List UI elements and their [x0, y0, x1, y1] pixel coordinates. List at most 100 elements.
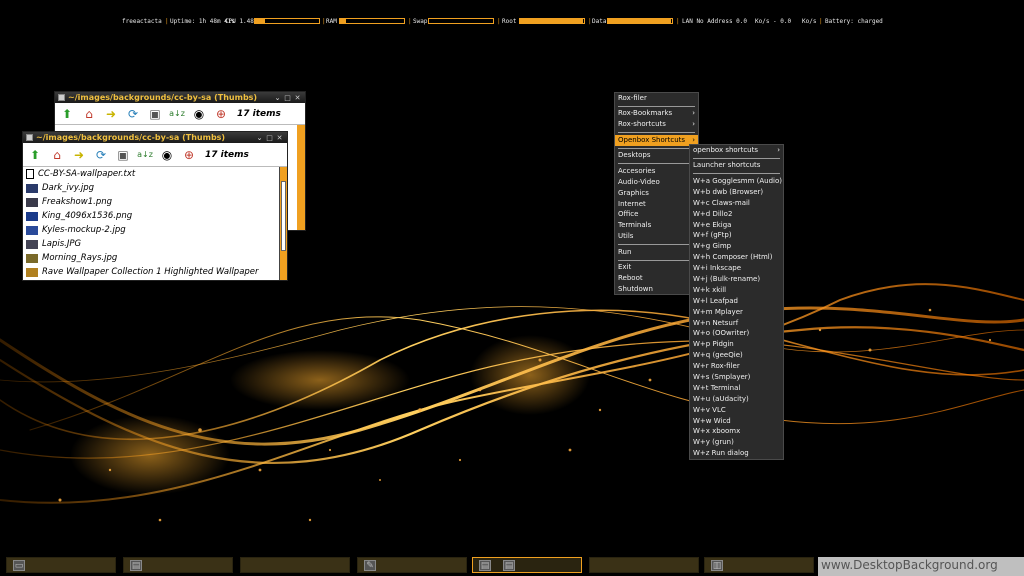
menu-item-desktops[interactable]: Desktops›	[615, 150, 698, 161]
maximize-icon[interactable]: □	[265, 134, 274, 142]
rox-filer-window-front[interactable]: ~/images/backgrounds/cc-by-sa (Thumbs) ⌄…	[22, 131, 288, 281]
openbox-root-menu: Rox-filer Rox-Bookmarks › Rox-shortcuts › …	[614, 92, 699, 295]
menu-item-shortcut[interactable]: W+i Inkscape	[690, 263, 783, 274]
menu-item-shortcut[interactable]: W+p Pidgin	[690, 339, 783, 350]
refresh-icon[interactable]: ⟳	[125, 106, 141, 122]
menu-item-rox-filer[interactable]: Rox-filer	[615, 93, 698, 104]
list-item[interactable]: Morning_Rays.jpg	[23, 251, 287, 265]
bookmarks-icon[interactable]: ➜	[71, 147, 87, 163]
help-lifebuoy-icon[interactable]: ⊕	[213, 106, 229, 122]
menu-item-shortcut[interactable]: W+e Ekiga	[690, 220, 783, 231]
minimize-icon[interactable]: ⌄	[255, 134, 264, 142]
root-bar-fill	[520, 19, 583, 23]
list-item[interactable]: Freakshow1.png	[23, 195, 287, 209]
list-item[interactable]: Lapis.JPG	[23, 237, 287, 251]
menu-item-openbox-shortcuts-sub[interactable]: openbox shortcuts ›	[690, 145, 783, 156]
menu-item-shortcut[interactable]: W+l Leafpad	[690, 296, 783, 307]
sort-az-icon[interactable]: a↓z	[137, 147, 153, 163]
list-item[interactable]: Dark_ivy.jpg	[23, 181, 287, 195]
menu-item-shortcut[interactable]: W+u (aUdacity)	[690, 394, 783, 405]
up-arrow-icon[interactable]: ⬆	[27, 147, 43, 163]
taskbar-button-app[interactable]: ▥	[704, 557, 814, 573]
menu-item-shortcut[interactable]: W+w Wicd	[690, 416, 783, 427]
taskbar-button-tool[interactable]: ✎	[357, 557, 467, 573]
thumbnails-icon[interactable]: ▣	[147, 106, 163, 122]
menu-item-terminals[interactable]: Terminals›	[615, 220, 698, 231]
menu-item-shutdown[interactable]: Shutdown	[615, 284, 698, 295]
list-item[interactable]: Rave Wallpaper Collection 1 Highlighted …	[23, 265, 287, 279]
data-label: Data	[592, 18, 607, 25]
menu-item-shortcut[interactable]: W+t Terminal	[690, 383, 783, 394]
file-name: Morning_Rays.jpg	[42, 253, 118, 263]
refresh-icon[interactable]: ⟳	[93, 147, 109, 163]
window-menu-icon[interactable]	[26, 134, 33, 141]
list-item[interactable]: CC-BY-SA-wallpaper.txt	[23, 167, 287, 181]
menu-item-graphics[interactable]: Graphics›	[615, 188, 698, 199]
scrollbar-thumb[interactable]	[281, 181, 286, 251]
image-thumb-icon	[26, 239, 38, 249]
close-icon[interactable]: ✕	[293, 94, 302, 102]
wrench-icon: ✎	[364, 560, 376, 571]
hostname: freeactacta	[122, 18, 162, 25]
show-hidden-eye-icon[interactable]: ◉	[159, 147, 175, 163]
root-bar	[519, 18, 585, 24]
menu-item-rox-bookmarks[interactable]: Rox-Bookmarks ›	[615, 108, 698, 119]
list-item[interactable]: King_4096x1536.png	[23, 209, 287, 223]
home-icon[interactable]: ⌂	[49, 147, 65, 163]
menu-item-shortcut[interactable]: W+v VLC	[690, 405, 783, 416]
scrollbar[interactable]	[279, 167, 287, 280]
menu-item-shortcut[interactable]: W+z Run dialog	[690, 448, 783, 459]
menu-item-shortcut[interactable]: W+s (Smplayer)	[690, 372, 783, 383]
taskbar-button-empty-2[interactable]	[589, 557, 699, 573]
scrollbar[interactable]	[297, 125, 305, 230]
menu-item-shortcut[interactable]: W+c Claws-mail	[690, 198, 783, 209]
menu-item-office[interactable]: Office›	[615, 209, 698, 220]
menu-item-launcher-shortcuts[interactable]: Launcher shortcuts	[690, 160, 783, 171]
minimize-icon[interactable]: ⌄	[273, 94, 282, 102]
menu-item-audio-video[interactable]: Audio-Video›	[615, 177, 698, 188]
menu-item-internet[interactable]: Internet›	[615, 199, 698, 210]
menu-item-shortcut[interactable]: W+f (gFtp)	[690, 230, 783, 241]
menu-item-shortcut[interactable]: W+o (OOwriter)	[690, 328, 783, 339]
maximize-icon[interactable]: □	[283, 94, 292, 102]
menu-item-shortcut[interactable]: W+q (geeQie)	[690, 350, 783, 361]
close-icon[interactable]: ✕	[275, 134, 284, 142]
menu-item-shortcut[interactable]: W+a Gogglesmm (Audio)	[690, 176, 783, 187]
window-title: ~/images/backgrounds/cc-by-sa (Thumbs)	[68, 93, 258, 102]
menu-item-reboot[interactable]: Reboot	[615, 273, 698, 284]
sort-az-icon[interactable]: a↓z	[169, 106, 185, 122]
menu-item-openbox-shortcuts[interactable]: Openbox Shortcuts ›	[615, 134, 698, 146]
menu-item-utils[interactable]: Utils›	[615, 231, 698, 242]
menu-item-shortcut[interactable]: W+k xkill	[690, 285, 783, 296]
menu-item-shortcut[interactable]: W+y (grun)	[690, 437, 783, 448]
home-icon[interactable]: ⌂	[81, 106, 97, 122]
window-titlebar[interactable]: ~/images/backgrounds/cc-by-sa (Thumbs) ⌄…	[23, 132, 287, 143]
menu-item-shortcut[interactable]: W+j (Bulk-rename)	[690, 274, 783, 285]
taskbar-button-filer[interactable]: ▤	[123, 557, 233, 573]
menu-item-shortcut[interactable]: W+r Rox-filer	[690, 361, 783, 372]
menu-item-shortcut[interactable]: W+x xboomx	[690, 426, 783, 437]
menu-item-rox-shortcuts[interactable]: Rox-shortcuts ›	[615, 119, 698, 130]
menu-item-accesories[interactable]: Accesories›	[615, 166, 698, 177]
menu-item-shortcut[interactable]: W+g Gimp	[690, 241, 783, 252]
taskbar-button-desktop[interactable]: ▭	[6, 557, 116, 573]
menu-item-shortcut[interactable]: W+b dwb (Browser)	[690, 187, 783, 198]
window-menu-icon[interactable]	[58, 94, 65, 101]
taskbar-button-filer-active[interactable]: ▤ ▤	[472, 557, 582, 573]
up-arrow-icon[interactable]: ⬆	[59, 106, 75, 122]
window-titlebar[interactable]: ~/images/backgrounds/cc-by-sa (Thumbs) ⌄…	[55, 92, 305, 103]
bookmarks-icon[interactable]: ➜	[103, 106, 119, 122]
show-hidden-eye-icon[interactable]: ◉	[191, 106, 207, 122]
items-count: 17 items	[237, 108, 281, 119]
thumbnails-icon[interactable]: ▣	[115, 147, 131, 163]
menu-item-shortcut[interactable]: W+h Composer (Html)	[690, 252, 783, 263]
list-item[interactable]: Kyles-mockup-2.jpg	[23, 223, 287, 237]
file-name: Freakshow1.png	[42, 197, 113, 207]
menu-item-shortcut[interactable]: W+n Netsurf	[690, 318, 783, 329]
menu-item-run[interactable]: Run	[615, 247, 698, 258]
menu-item-shortcut[interactable]: W+d Dillo2	[690, 209, 783, 220]
menu-item-shortcut[interactable]: W+m Mplayer	[690, 307, 783, 318]
taskbar-button-empty[interactable]	[240, 557, 350, 573]
help-lifebuoy-icon[interactable]: ⊕	[181, 147, 197, 163]
menu-item-exit[interactable]: Exit	[615, 262, 698, 273]
